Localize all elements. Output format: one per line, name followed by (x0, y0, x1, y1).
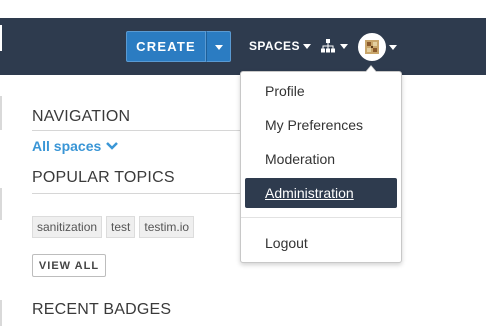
topic-tag[interactable]: sanitization (32, 216, 103, 238)
menu-item-my-preferences[interactable]: My Preferences (245, 110, 397, 140)
search-field-edge[interactable] (0, 25, 2, 51)
all-spaces-label: All spaces (32, 138, 102, 154)
chevron-down-icon (302, 43, 311, 49)
create-options-button[interactable] (206, 31, 231, 62)
user-avatar-icon (358, 33, 386, 61)
divider (32, 193, 242, 194)
topic-tag[interactable]: test (106, 216, 136, 238)
sitemap-menu-button[interactable] (321, 38, 349, 54)
menu-pointer-fill (366, 66, 376, 72)
menu-item-profile[interactable]: Profile (245, 76, 397, 106)
top-navigation-bar (0, 18, 486, 75)
menu-divider (241, 217, 401, 218)
left-panel-edge (0, 188, 2, 220)
spaces-label: SPACES (249, 39, 300, 53)
left-panel-edge (0, 300, 2, 326)
chevron-down-icon (106, 142, 119, 150)
menu-item-logout[interactable]: Logout (245, 228, 397, 258)
popular-topics-heading: POPULAR TOPICS (32, 169, 175, 186)
create-button[interactable]: CREATE (126, 31, 206, 62)
chevron-down-icon (389, 45, 397, 50)
chevron-down-icon (215, 45, 223, 50)
menu-item-administration[interactable]: Administration (245, 178, 397, 208)
recent-badges-heading: RECENT BADGES (32, 301, 172, 318)
topic-tag[interactable]: testim.io (139, 216, 195, 238)
spaces-menu-button[interactable]: SPACES (249, 38, 311, 54)
divider (32, 130, 242, 131)
user-menu-button[interactable] (358, 33, 398, 61)
topic-tag-list: sanitization test testim.io (32, 216, 195, 238)
left-panel-edge (0, 96, 2, 130)
sitemap-icon (321, 39, 348, 53)
view-all-button[interactable]: VIEW ALL (32, 254, 106, 277)
all-spaces-link[interactable]: All spaces (32, 138, 119, 154)
navigation-heading: NAVIGATION (32, 108, 131, 125)
user-dropdown-menu: Profile My Preferences Moderation Admini… (240, 71, 402, 263)
menu-item-moderation[interactable]: Moderation (245, 144, 397, 174)
